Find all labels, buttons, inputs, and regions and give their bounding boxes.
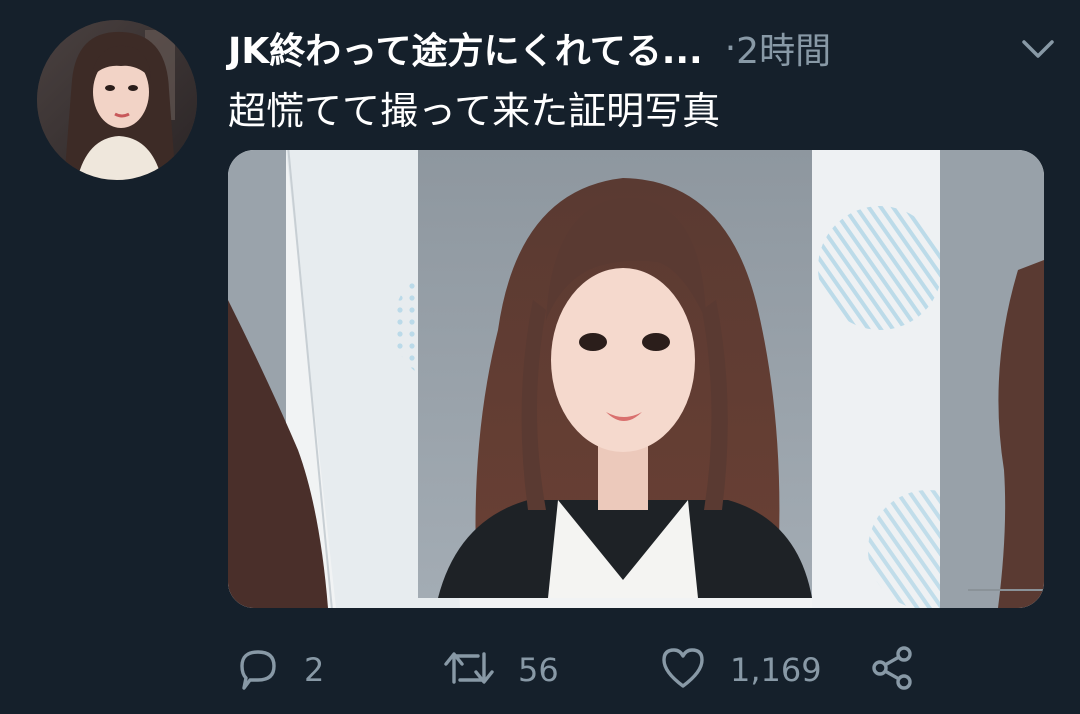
tweet-actions: 2 56 1,169 (228, 640, 1058, 700)
tweet-media[interactable] (228, 150, 1044, 608)
reply-icon (234, 644, 282, 696)
avatar[interactable] (37, 20, 197, 180)
tweet-text: 超慌てて撮って来た証明写真 (228, 89, 721, 133)
separator-dot: · (724, 27, 737, 69)
retweet-count: 56 (518, 651, 559, 689)
share-icon (868, 644, 918, 696)
author-name[interactable]: JK終わって途方にくれてる... (228, 22, 703, 74)
retweet-button[interactable]: 56 (442, 640, 559, 700)
heart-icon (658, 644, 708, 696)
avatar-image (37, 20, 197, 180)
reply-button[interactable]: 2 (234, 640, 324, 700)
id-photo-image (228, 150, 1044, 608)
like-button[interactable]: 1,169 (658, 640, 822, 700)
share-button[interactable] (868, 640, 918, 700)
timestamp[interactable]: 2時間 (736, 22, 831, 74)
tweet-header: JK終わって途方にくれてる... · 2時間 (228, 20, 1058, 76)
retweet-icon (442, 644, 496, 696)
like-count: 1,169 (730, 651, 822, 689)
reply-count: 2 (304, 651, 325, 689)
tweet-card[interactable]: JK終わって途方にくれてる... · 2時間 超慌てて撮って来た証明写真 2 5… (0, 0, 1080, 714)
chevron-down-icon[interactable] (1018, 30, 1058, 66)
